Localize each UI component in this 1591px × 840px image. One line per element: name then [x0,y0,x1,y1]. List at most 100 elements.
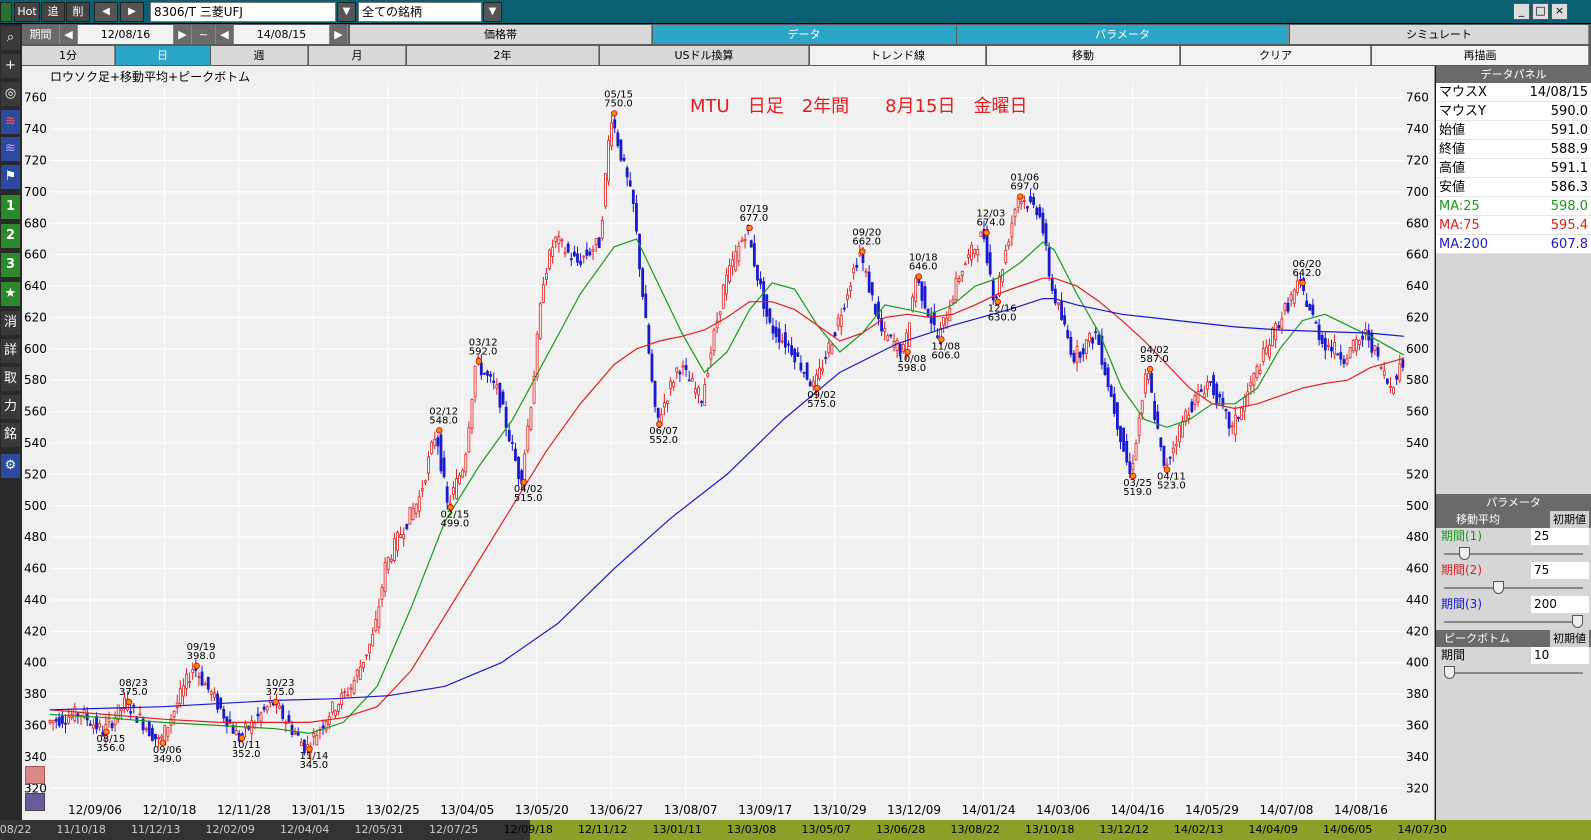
slider-knob[interactable] [1444,666,1455,679]
filter-select[interactable]: 全ての銘柄 [358,2,482,22]
restore-button[interactable]: □ [1532,3,1549,20]
erase-button[interactable]: 消 [1,311,20,335]
candle-body [1178,424,1181,443]
camera-icon[interactable]: ◎ [1,82,20,106]
delete-button[interactable]: 削 [66,2,90,22]
slider-knob[interactable] [1572,615,1583,628]
candle-body [160,735,164,739]
y-tick-label: 480 [1406,530,1429,544]
interval-1min[interactable]: 1分 [22,46,115,65]
ma-period-slider[interactable] [1436,613,1591,630]
y-tick-label: 560 [24,405,47,419]
redraw-button[interactable]: 再描画 [1372,46,1589,65]
peak-bottom-value: 587.0 [1140,354,1169,365]
ma-reset-button[interactable]: 初期値 [1550,511,1589,528]
interval-day[interactable]: 日 [116,46,210,65]
candle-body [1165,463,1169,467]
candle-body [386,556,390,570]
next-symbol-button[interactable]: ▶ [120,2,144,22]
candlestick-chart[interactable]: 320 320340 340360 360380 380400 400420 420440 4… [22,66,1435,820]
preset-3-button[interactable]: 3 [1,253,20,277]
chart-type-icon[interactable] [25,766,45,784]
slider-knob[interactable] [1459,547,1471,560]
candle-body [389,558,393,562]
date-from-next-icon[interactable]: ▶ [174,25,192,44]
ma-period-input[interactable]: 25 [1531,528,1589,545]
minimize-button[interactable]: _ [1513,3,1530,20]
data-panel-row: 安値 586.3 [1436,178,1591,197]
candle-body [1401,359,1405,368]
candle-body [1026,206,1029,209]
back-button[interactable]: 追 [41,2,65,22]
ma-period-input[interactable]: 200 [1531,596,1589,613]
pb-period-slider[interactable] [1436,664,1591,681]
ma-period-slider[interactable] [1436,579,1591,596]
candle-body [414,503,418,514]
pb-reset-button[interactable]: 初期値 [1550,630,1589,647]
date-to-next-icon[interactable]: ▶ [330,25,348,44]
candle-body [197,676,201,678]
candle-body [998,275,1001,296]
tab-data[interactable]: データ [653,25,956,44]
candle-body [712,329,716,351]
interval-month[interactable]: 月 [309,46,406,65]
ma-line [49,298,1405,711]
input-button[interactable]: 力 [1,395,20,419]
prev-symbol-button[interactable]: ◀ [94,2,118,22]
gear-icon[interactable]: ⚙ [1,454,20,478]
range-2year[interactable]: 2年 [407,46,599,65]
preset-1-button[interactable]: 1 [1,195,20,219]
data-panel-value: 14/08/15 [1529,85,1588,100]
chart-line-icon[interactable]: ≋ [1,110,20,134]
close-button[interactable]: × [1551,3,1568,20]
candle-body [1041,212,1045,234]
usd-convert-button[interactable]: USドル換算 [600,46,809,65]
trendline-button[interactable]: トレンド線 [810,46,986,65]
slider-knob[interactable] [1492,581,1504,594]
detail-button[interactable]: 詳 [1,339,20,363]
indicator-icon[interactable] [25,793,45,811]
candle-body [1053,288,1057,304]
candle-body [517,456,520,480]
candle-body [1187,414,1191,419]
candle-body [821,368,825,372]
symbol-dropdown-icon[interactable]: ▼ [337,2,356,22]
tab-price-band[interactable]: 価格帯 [350,25,652,44]
trade-button[interactable]: 取 [1,367,20,391]
hot-button[interactable]: Hot [14,2,40,22]
filter-dropdown-icon[interactable]: ▼ [483,2,502,22]
date-from-prev-icon[interactable]: ◀ [60,25,78,44]
candle-body [1339,352,1343,360]
candle-body [92,724,95,729]
y-tick-label: 360 [1406,719,1429,733]
candle-body [1295,280,1299,293]
flag-icon[interactable]: ⚑ [1,165,20,189]
chart-area[interactable]: ロウソク足+移動平均+ピークボトム 320 320 340 340 360 360 380 3… [22,66,1435,820]
candle-body [638,233,641,270]
pb-period-input[interactable]: 10 [1531,647,1589,664]
candle-body [684,365,688,371]
tab-parameter[interactable]: パラメータ [957,25,1289,44]
ma-period-input[interactable]: 75 [1531,562,1589,579]
date-to-prev-icon[interactable]: ◀ [216,25,234,44]
date-from-input[interactable]: 12/08/16 [78,25,174,44]
time-scrollbar[interactable]: 12/08/22 11/10/18 11/12/13 12/02/09 12/04/04… [0,820,1591,840]
crosshair-icon[interactable]: + [1,54,20,78]
candle-body [771,325,775,334]
symbol-button[interactable]: 銘 [1,423,20,447]
interval-week[interactable]: 週 [211,46,308,65]
search-icon[interactable]: ⌕ [1,26,20,50]
star-icon[interactable]: ★ [1,282,20,306]
candle-body [240,733,244,736]
chart-trend-icon[interactable]: ≋ [1,137,20,161]
symbol-input[interactable]: 8306/T 三菱UFJ [150,2,336,22]
move-button[interactable]: 移動 [987,46,1180,65]
ma-period-slider[interactable] [1436,545,1591,562]
candle-body [1252,372,1256,386]
preset-2-button[interactable]: 2 [1,224,20,248]
candle-body [1081,348,1085,355]
candle-body [873,304,877,315]
clear-button[interactable]: クリア [1181,46,1371,65]
date-to-input[interactable]: 14/08/15 [234,25,330,44]
tab-simulate[interactable]: シミュレート [1290,25,1589,44]
